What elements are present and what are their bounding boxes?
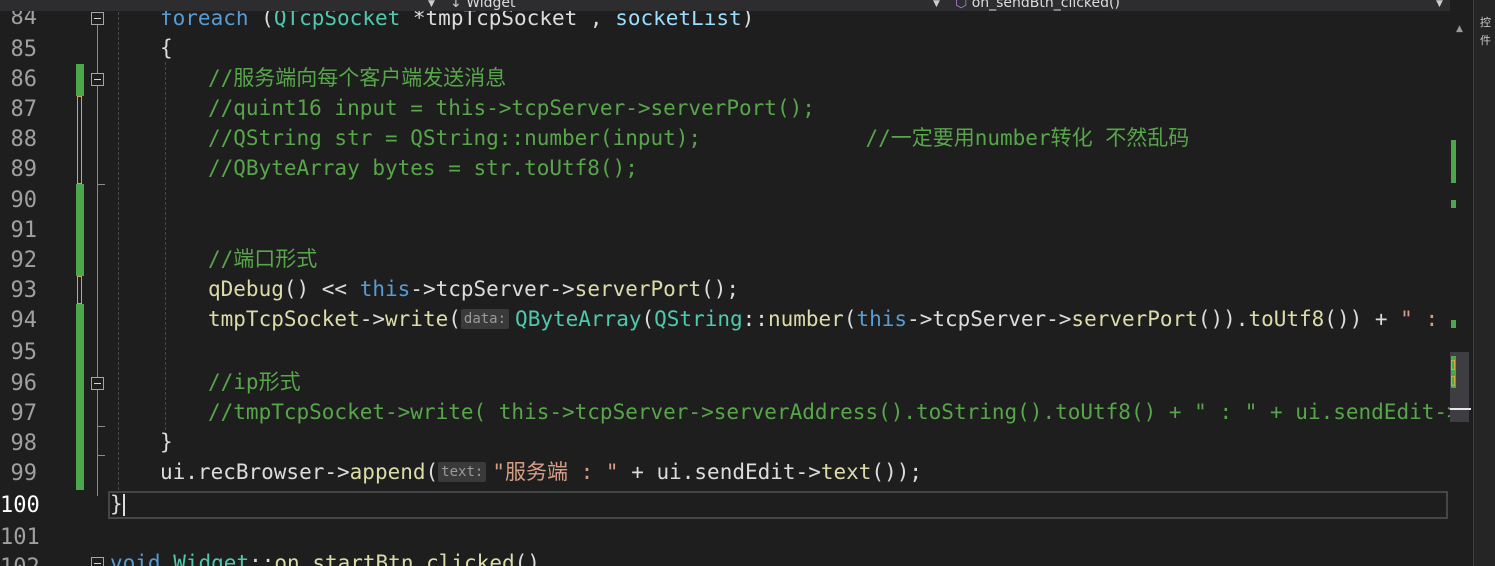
line-number: 92 (10, 248, 38, 273)
line-number: 101 (0, 525, 40, 550)
member-dropdown[interactable]: ⬡ on_sendBtn_clicked() (955, 0, 1445, 11)
code-line-99[interactable]: ui.recBrowser->append(text: "服务端 : " + ui… (160, 457, 922, 487)
member-dropdown-label: on_sendBtn_clicked() (971, 0, 1120, 11)
collapse-icon[interactable] (91, 557, 104, 566)
change-indicator-unsaved (77, 276, 82, 304)
code-line-93[interactable]: qDebug() << this->tcpServer->serverPort(… (208, 274, 739, 304)
outline-fold-end (97, 455, 105, 456)
code-line-100[interactable]: } (110, 489, 123, 519)
parameter-hint: data: (460, 309, 510, 329)
scope-dropdown-chevron-icon[interactable]: ▼ (933, 0, 940, 9)
code-line-88[interactable]: //QString str = QString::number(input); … (208, 123, 1189, 153)
line-number: 93 (10, 278, 38, 303)
line-number-current: 100 (0, 493, 40, 518)
change-indicator-saved (76, 184, 84, 276)
line-number: 95 (10, 340, 38, 365)
overview-change-mark (1451, 200, 1456, 208)
code-line-94[interactable]: tmpTcpSocket->write(data: QByteArray(QStr… (208, 304, 1463, 334)
change-indicator-saved (76, 64, 84, 96)
code-line-96[interactable]: //ip形式 (208, 367, 301, 397)
outline-fold-end (97, 426, 105, 427)
indent-guide (165, 62, 166, 430)
indent-guide (118, 12, 119, 490)
line-number: 88 (10, 127, 38, 152)
line-number: 102 (0, 553, 40, 566)
method-cube-icon: ⬡ (955, 0, 968, 11)
code-line-98[interactable]: } (160, 427, 173, 457)
line-number: 85 (10, 37, 38, 62)
line-number: 99 (10, 461, 38, 486)
line-number: 97 (10, 401, 38, 426)
line-number: 87 (10, 97, 38, 122)
current-line-highlight (108, 491, 1448, 519)
vertical-scrollbar[interactable]: ▲ (1450, 0, 1473, 566)
line-number: 98 (10, 431, 38, 456)
scope-dropdown[interactable]: ↓ Widget (450, 0, 940, 11)
parameter-hint: text: (438, 462, 487, 482)
collapse-icon[interactable] (91, 12, 104, 25)
code-editor[interactable]: ▼ ↓ Widget ▼ ⬡ on_sendBtn_clicked() ▼ 84… (0, 0, 1495, 566)
code-line-97[interactable]: //tmpTcpSocket->write( this->tcpServer->… (208, 397, 1485, 427)
overview-unsaved-mark (1451, 360, 1455, 370)
line-number: 91 (10, 218, 38, 243)
overview-unsaved-mark (1451, 376, 1455, 386)
overview-change-mark (1451, 140, 1456, 183)
side-tool-panel[interactable] (1473, 0, 1495, 566)
collapse-icon[interactable] (91, 73, 104, 86)
class-icon: ↓ (450, 0, 462, 11)
member-dropdown-chevron-icon[interactable]: ▼ (1436, 0, 1443, 9)
outline-fold-end (97, 184, 105, 185)
scope-dropdown-label: Widget (466, 0, 516, 11)
line-number: 96 (10, 371, 38, 396)
text-caret (123, 494, 125, 516)
project-dropdown-chevron-icon[interactable]: ▼ (428, 0, 435, 9)
overview-caret-position (1450, 408, 1471, 410)
line-number: 90 (10, 188, 38, 213)
change-indicator-saved (76, 304, 84, 490)
line-number: 86 (10, 67, 38, 92)
scroll-up-arrow-icon[interactable]: ▲ (1456, 24, 1463, 34)
overview-change-mark (1451, 320, 1456, 328)
side-panel-tab-char[interactable]: 控 (1480, 14, 1491, 30)
code-line-85[interactable]: { (160, 33, 173, 63)
side-panel-tab-char[interactable]: 件 (1480, 32, 1491, 48)
code-line-89[interactable]: //QByteArray bytes = str.toUtf8(); (208, 153, 638, 183)
line-number: 89 (10, 157, 38, 182)
line-number: 94 (10, 308, 38, 333)
navigation-bar: ▼ ↓ Widget ▼ ⬡ on_sendBtn_clicked() ▼ (0, 0, 1450, 11)
change-indicator-unsaved (77, 96, 82, 184)
code-line-87[interactable]: //quint16 input = this->tcpServer->serve… (208, 93, 815, 123)
code-line-86[interactable]: //服务端向每个客户端发送消息 (208, 63, 506, 93)
code-line-102[interactable]: void Widget::on_startBtn_clicked() (110, 548, 540, 566)
collapse-icon[interactable] (91, 377, 104, 390)
code-line-92[interactable]: //端口形式 (208, 244, 317, 274)
